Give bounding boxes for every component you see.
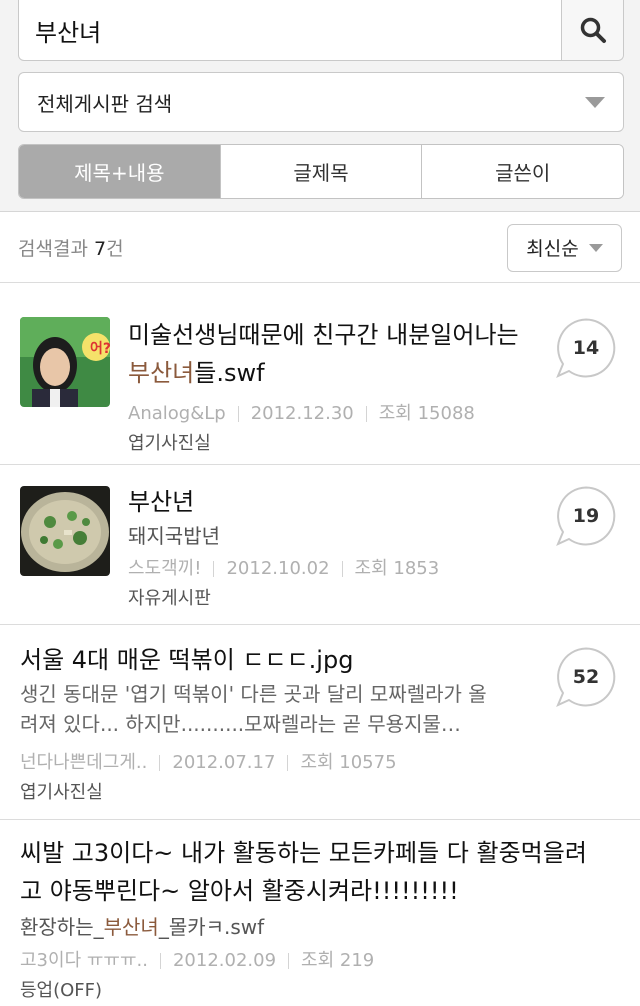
post-views: 조회 10575 <box>300 752 397 773</box>
search-button[interactable] <box>561 0 623 60</box>
post-snippet: 돼지국밥년 <box>128 524 220 548</box>
search-input[interactable] <box>19 0 561 60</box>
comment-count: 52 <box>572 666 600 688</box>
result-list: 어? 미술선생님때문에 친구간 내분일어나는 부산녀들.swf Analog&L… <box>0 284 640 1006</box>
post-snippet: 환장하는_부산녀_몰카ㅋ.swf <box>20 912 630 942</box>
list-item[interactable]: 어? 미술선생님때문에 친구간 내분일어나는 부산녀들.swf Analog&L… <box>0 284 640 465</box>
board-select[interactable]: 전체게시판 검색 <box>18 72 624 132</box>
post-author: 스도객끼! <box>128 558 202 579</box>
svg-text:어?: 어? <box>90 340 110 357</box>
result-count-prefix: 검색결과 <box>18 238 94 260</box>
post-title: 부산년 <box>128 488 195 516</box>
list-item[interactable]: 서울 4대 매운 떡볶이 ㄷㄷㄷ.jpg 생긴 동대문 '엽기 떡볶이' 다른 … <box>0 625 640 820</box>
post-meta: 고3이다 ㅠㅠㅠ.. 2012.02.09 조회 219 <box>20 946 630 976</box>
result-count-number: 7 <box>93 238 107 260</box>
post-board: 등업(OFF) <box>20 980 103 1001</box>
post-title: 미술선생님때문에 친구간 내분일어나는 부산녀들.swf <box>128 316 548 392</box>
comment-count-badge[interactable]: 19 <box>556 486 618 548</box>
result-count: 검색결과 7건 <box>18 234 507 261</box>
tab-title-content[interactable]: 제목+내용 <box>19 145 221 198</box>
list-item[interactable]: 씨발 고3이다~ 내가 활동하는 모든카페들 다 활중먹을려 고 야동뿌린다~ … <box>0 820 640 1006</box>
post-thumbnail <box>20 486 110 576</box>
post-snippet-post: _몰카ㅋ.swf <box>158 915 265 939</box>
post-title: 서울 4대 매운 떡볶이 ㄷㄷㄷ.jpg <box>20 646 354 674</box>
chevron-down-icon <box>588 243 603 252</box>
post-meta: 넌다나쁜데그게.. 2012.07.17 조회 10575 <box>20 748 560 778</box>
tab-title[interactable]: 글제목 <box>220 145 423 198</box>
post-views: 조회 219 <box>301 950 375 971</box>
post-snippet-line: 려져 있다... 하지만..........모짜렐라는 곧 무용지물… <box>20 712 461 736</box>
post-date: 2012.10.02 <box>226 558 330 579</box>
result-count-suffix: 건 <box>106 238 124 260</box>
post-meta: 스도객끼! 2012.10.02 조회 1853 <box>128 554 548 584</box>
sort-dropdown[interactable]: 최신순 <box>507 223 622 272</box>
search-icon <box>580 17 606 43</box>
search-scope-tabs: 제목+내용 글제목 글쓴이 <box>18 144 624 199</box>
post-board: 엽기사진실 <box>20 782 103 803</box>
post-views: 조회 1853 <box>354 558 440 579</box>
list-item[interactable]: 부산년 돼지국밥년 스도객끼! 2012.10.02 조회 1853 자유게시판 <box>0 465 640 625</box>
post-board: 자유게시판 <box>128 588 211 609</box>
result-bar: 검색결과 7건 최신순 <box>0 213 640 283</box>
post-snippet-line: 생긴 동대문 '엽기 떡볶이' 다른 곳과 달리 모짜렐라가 올 <box>20 682 487 706</box>
post-author: 넌다나쁜데그게.. <box>20 752 148 773</box>
post-meta: Analog&Lp 2012.12.30 조회 15088 <box>128 399 548 429</box>
post-date: 2012.07.17 <box>172 752 276 773</box>
tab-author[interactable]: 글쓴이 <box>422 145 623 198</box>
post-title-line: 씨발 고3이다~ 내가 활동하는 모든카페들 다 활중먹을려 <box>20 839 587 867</box>
post-author: 고3이다 ㅠㅠㅠ.. <box>20 950 148 971</box>
sort-label: 최신순 <box>526 238 579 260</box>
post-author: Analog&Lp <box>128 403 226 424</box>
post-title-rest: 들.swf <box>194 359 265 387</box>
post-thumbnail: 어? <box>20 317 110 407</box>
comment-count-badge[interactable]: 52 <box>556 647 618 709</box>
search-bar <box>18 0 624 61</box>
board-select-label: 전체게시판 검색 <box>37 91 173 116</box>
post-snippet-pre: 환장하는_ <box>20 915 104 939</box>
post-views: 조회 15088 <box>378 403 475 424</box>
chevron-down-icon <box>585 96 605 108</box>
comment-count-badge[interactable]: 14 <box>556 318 618 380</box>
post-title-line: 고 야동뿌린다~ 알아서 활중시켜라!!!!!!!!! <box>20 877 459 905</box>
post-date: 2012.12.30 <box>250 403 354 424</box>
post-snippet-highlight: 부산녀 <box>103 915 159 939</box>
comment-count: 19 <box>572 505 600 527</box>
post-date: 2012.02.09 <box>172 950 277 971</box>
post-title-line: 미술선생님때문에 친구간 내분일어나는 <box>128 321 519 349</box>
comment-count: 14 <box>572 337 600 359</box>
search-panel: 전체게시판 검색 제목+내용 글제목 글쓴이 <box>0 0 640 212</box>
post-title-highlight: 부산녀 <box>128 359 195 387</box>
post-board: 엽기사진실 <box>128 433 211 454</box>
